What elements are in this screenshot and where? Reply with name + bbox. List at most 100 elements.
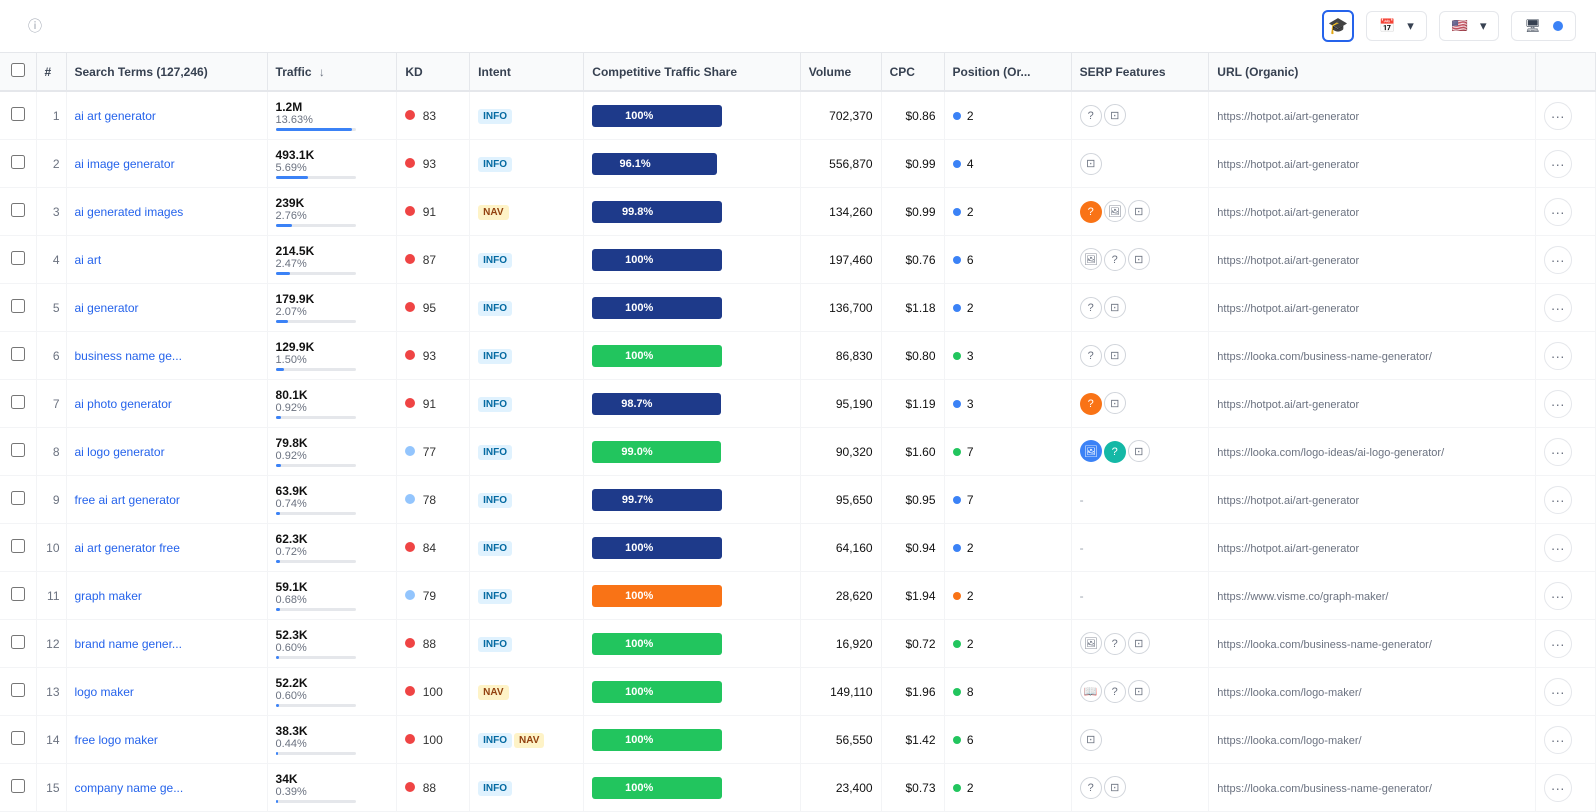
date-range-button[interactable]: 📅 ▾: [1366, 11, 1427, 41]
position-value: 4: [967, 157, 974, 171]
more-options-button[interactable]: ···: [1544, 534, 1572, 562]
keyword-link[interactable]: company name ge...: [75, 781, 184, 795]
keyword-link[interactable]: free logo maker: [75, 733, 158, 747]
header-checkbox[interactable]: [0, 53, 36, 91]
keyword-link[interactable]: ai generator: [75, 301, 139, 315]
header-intent[interactable]: Intent: [470, 53, 584, 91]
row-checkbox[interactable]: [11, 443, 25, 457]
row-checkbox[interactable]: [11, 203, 25, 217]
serp-screen-icon: ⊡: [1104, 296, 1126, 318]
row-checkbox-cell[interactable]: [0, 620, 36, 668]
row-checkbox-cell[interactable]: [0, 236, 36, 284]
more-options-button[interactable]: ···: [1544, 774, 1572, 802]
row-checkbox-cell[interactable]: [0, 764, 36, 812]
traffic-bar: [276, 512, 280, 515]
kd-dot: [405, 350, 415, 360]
row-kd: 83: [397, 91, 470, 140]
header-cpc[interactable]: CPC: [881, 53, 944, 91]
keyword-link[interactable]: ai photo generator: [75, 397, 172, 411]
device-button[interactable]: 🖥: [1511, 11, 1576, 41]
row-position: 7: [944, 428, 1071, 476]
more-options-button[interactable]: ···: [1544, 630, 1572, 658]
row-checkbox-cell[interactable]: [0, 188, 36, 236]
keyword-link[interactable]: free ai art generator: [75, 493, 180, 507]
header-serp[interactable]: SERP Features: [1071, 53, 1209, 91]
row-checkbox[interactable]: [11, 587, 25, 601]
more-options-button[interactable]: ···: [1544, 246, 1572, 274]
row-checkbox[interactable]: [11, 539, 25, 553]
row-checkbox-cell[interactable]: [0, 668, 36, 716]
row-checkbox[interactable]: [11, 683, 25, 697]
row-checkbox[interactable]: [11, 731, 25, 745]
row-checkbox-cell[interactable]: [0, 332, 36, 380]
keyword-link[interactable]: ai logo generator: [75, 445, 165, 459]
table-header-row: # Search Terms (127,246) Traffic ↓ KD In…: [0, 53, 1596, 91]
header-traffic[interactable]: Traffic ↓: [267, 53, 397, 91]
more-options-button[interactable]: ···: [1544, 438, 1572, 466]
row-checkbox[interactable]: [11, 491, 25, 505]
row-checkbox[interactable]: [11, 155, 25, 169]
row-serp-features: ?🖼⊡: [1071, 188, 1209, 236]
row-checkbox[interactable]: [11, 395, 25, 409]
more-options-button[interactable]: ···: [1544, 294, 1572, 322]
keyword-link[interactable]: business name ge...: [75, 349, 182, 363]
position-dot: [953, 592, 961, 600]
cts-bar-container: 100%: [592, 537, 722, 559]
row-checkbox-cell[interactable]: [0, 428, 36, 476]
row-checkbox-cell[interactable]: [0, 524, 36, 572]
kd-dot: [405, 686, 415, 696]
row-checkbox-cell[interactable]: [0, 140, 36, 188]
cts-label: 100%: [621, 110, 657, 122]
keyword-link[interactable]: brand name gener...: [75, 637, 182, 651]
header-volume[interactable]: Volume: [800, 53, 881, 91]
kd-dot: [405, 638, 415, 648]
more-options-button[interactable]: ···: [1544, 198, 1572, 226]
select-all-checkbox[interactable]: [11, 63, 25, 77]
traffic-bar: [276, 608, 280, 611]
edu-icon[interactable]: 🎓: [1322, 10, 1354, 42]
row-kd: 91: [397, 188, 470, 236]
row-position: 7: [944, 476, 1071, 524]
more-options-button[interactable]: ···: [1544, 102, 1572, 130]
info-icon[interactable]: ⓘ: [28, 16, 42, 36]
row-checkbox[interactable]: [11, 635, 25, 649]
keyword-link[interactable]: ai art generator free: [75, 541, 180, 555]
keyword-link[interactable]: logo maker: [75, 685, 134, 699]
row-checkbox[interactable]: [11, 299, 25, 313]
row-checkbox-cell[interactable]: [0, 380, 36, 428]
row-checkbox[interactable]: [11, 347, 25, 361]
row-checkbox-cell[interactable]: [0, 716, 36, 764]
more-options-button[interactable]: ···: [1544, 486, 1572, 514]
keyword-link[interactable]: graph maker: [75, 589, 142, 603]
row-checkbox-cell[interactable]: [0, 284, 36, 332]
traffic-percent: 0.39%: [276, 786, 389, 798]
row-checkbox[interactable]: [11, 779, 25, 793]
row-checkbox-cell[interactable]: [0, 476, 36, 524]
header-search-terms[interactable]: Search Terms (127,246): [66, 53, 267, 91]
header-url[interactable]: URL (Organic): [1209, 53, 1535, 91]
row-cpc: $1.94: [881, 572, 944, 620]
country-button[interactable]: 🇺🇸 ▾: [1439, 11, 1500, 41]
row-checkbox[interactable]: [11, 107, 25, 121]
more-options-button[interactable]: ···: [1544, 342, 1572, 370]
more-options-button[interactable]: ···: [1544, 582, 1572, 610]
traffic-percent: 0.44%: [276, 738, 389, 750]
more-options-button[interactable]: ···: [1544, 150, 1572, 178]
traffic-value: 52.3K: [276, 628, 389, 642]
header-position[interactable]: Position (Or...: [944, 53, 1071, 91]
keyword-link[interactable]: ai art: [75, 253, 102, 267]
more-options-button[interactable]: ···: [1544, 390, 1572, 418]
row-checkbox[interactable]: [11, 251, 25, 265]
header-cts[interactable]: Competitive Traffic Share: [584, 53, 800, 91]
more-options-button[interactable]: ···: [1544, 726, 1572, 754]
kd-dot: [405, 254, 415, 264]
row-checkbox-cell[interactable]: [0, 572, 36, 620]
row-checkbox-cell[interactable]: [0, 91, 36, 140]
more-options-button[interactable]: ···: [1544, 678, 1572, 706]
keyword-link[interactable]: ai art generator: [75, 109, 156, 123]
traffic-percent: 0.72%: [276, 546, 389, 558]
keyword-link[interactable]: ai image generator: [75, 157, 175, 171]
header-kd[interactable]: KD: [397, 53, 470, 91]
keyword-link[interactable]: ai generated images: [75, 205, 184, 219]
traffic-value: 239K: [276, 196, 389, 210]
